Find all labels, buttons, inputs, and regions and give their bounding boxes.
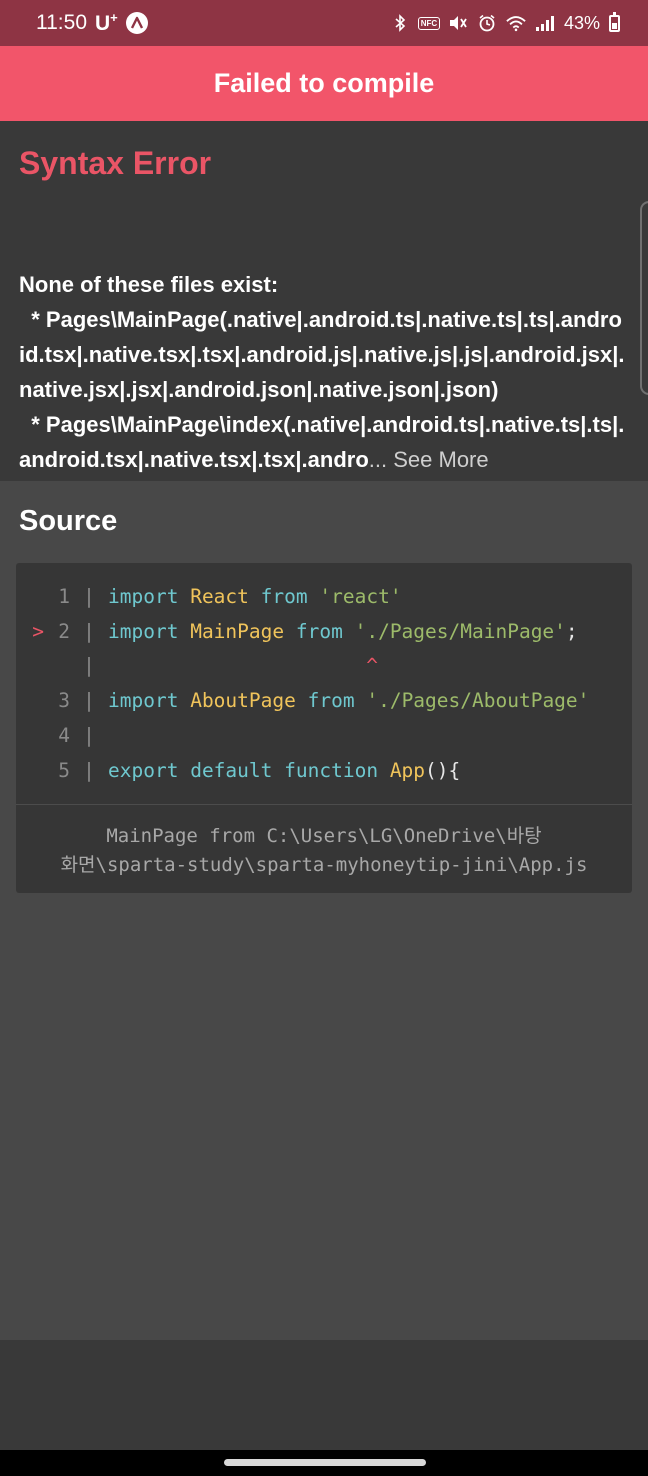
signal-icon <box>535 13 555 33</box>
code-token: ; <box>565 619 578 643</box>
header-title: Failed to compile <box>213 68 435 98</box>
code-text: import MainPage from './Pages/MainPage'; <box>108 620 578 643</box>
code-token: 'react' <box>319 584 402 608</box>
code-token: './Pages/AboutPage' <box>366 689 590 713</box>
message-line-2: * Pages\MainPage(.native|.android.ts|.na… <box>19 307 625 402</box>
vibrate-mute-icon <box>448 13 468 33</box>
code-line: 1 | import React from 'react' <box>16 579 632 614</box>
code-token: import <box>108 584 179 608</box>
source-title: Source <box>19 505 118 537</box>
code-line: | ^ <box>16 649 632 684</box>
nfc-icon: NFC <box>417 13 441 33</box>
code-token: MainPage <box>190 619 285 643</box>
battery-fill <box>612 22 617 29</box>
home-gesture-handle[interactable] <box>224 1459 426 1466</box>
code-lines: 1 | import React from 'react' >2 | import Mai… <box>16 579 632 788</box>
code-token: function <box>284 758 379 782</box>
bluetooth-icon <box>390 13 410 33</box>
code-text: ^ <box>108 654 378 677</box>
code-token: App <box>389 758 426 782</box>
status-left: 11:50 U+ <box>36 10 148 36</box>
error-line-marker: > <box>32 619 44 643</box>
code-line: 3 | import AboutPage from './Pages/AboutPa… <box>16 683 632 718</box>
battery-icon <box>609 11 620 32</box>
gutter-divider: | <box>83 619 95 643</box>
gutter-divider: | <box>83 584 95 608</box>
line-number: 1 <box>58 584 70 608</box>
line-number: 5 <box>58 758 70 782</box>
code-token: import <box>108 619 179 643</box>
code-token: ^ <box>108 654 379 678</box>
error-header: Failed to compile <box>0 46 648 121</box>
carrier-label: U+ <box>95 10 118 36</box>
source-section: Source 1 | import React from 'react' >2 | imp… <box>0 481 648 1340</box>
battery-percent: 43% <box>563 12 600 33</box>
status-time: 11:50 <box>36 11 87 34</box>
code-token: from <box>295 619 343 643</box>
code-token: default <box>190 758 273 782</box>
code-line: >2 | import MainPage from './Pages/MainPag… <box>16 614 632 649</box>
carrier-name: U <box>95 12 111 35</box>
code-line: 5 | export default function App(){ <box>16 753 632 788</box>
code-token: export <box>108 758 179 782</box>
code-text: import AboutPage from './Pages/AboutPage… <box>108 689 589 712</box>
status-bar: 11:50 U+ NFC 43% <box>0 0 648 46</box>
status-right: NFC 43% <box>390 11 620 34</box>
footer-line-2: 화면\sparta-study\sparta-myhoneytip-jini\A… <box>60 854 588 876</box>
navigation-bar <box>0 1450 648 1476</box>
scroll-indicator <box>640 201 648 395</box>
wifi-icon <box>506 13 526 33</box>
line-number: 4 <box>58 724 70 748</box>
expo-icon <box>125 12 148 34</box>
gutter-divider: | <box>83 724 95 748</box>
code-token: (){ <box>425 758 461 782</box>
code-token: from <box>260 584 308 608</box>
code-token: './Pages/MainPage' <box>354 619 566 643</box>
error-section[interactable]: Syntax Error None of these files exist: … <box>0 121 648 481</box>
nfc-label: NFC <box>417 16 441 30</box>
error-message: None of these files exist: * Pages\MainP… <box>19 267 625 477</box>
line-number: 3 <box>58 689 70 713</box>
code-text: export default function App(){ <box>108 759 460 782</box>
message-line-3: * Pages\MainPage\index(.native|.android.… <box>19 412 625 472</box>
footer-line-1: MainPage from C:\Users\LG\OneDrive\바탕 <box>106 825 542 847</box>
code-footer: MainPage from C:\Users\LG\OneDrive\바탕 화면… <box>16 804 632 893</box>
line-number: 2 <box>58 619 70 643</box>
gutter-divider: | <box>83 689 95 713</box>
gutter-divider: | <box>83 758 95 782</box>
carrier-plus: + <box>110 10 118 25</box>
error-title: Syntax Error <box>19 145 212 181</box>
alarm-icon <box>477 13 497 33</box>
code-token: React <box>190 584 249 608</box>
gutter-divider: | <box>83 654 95 678</box>
code-line: 4 | <box>16 718 632 753</box>
code-token: AboutPage <box>190 689 296 713</box>
code-box[interactable]: 1 | import React from 'react' >2 | import Mai… <box>16 563 632 893</box>
see-more-link[interactable]: ... See More <box>369 447 489 472</box>
bottom-area <box>0 1340 648 1450</box>
code-token: from <box>307 689 355 713</box>
code-token: import <box>108 689 179 713</box>
code-text: import React from 'react' <box>108 585 402 608</box>
message-line-1: None of these files exist: <box>19 272 279 297</box>
